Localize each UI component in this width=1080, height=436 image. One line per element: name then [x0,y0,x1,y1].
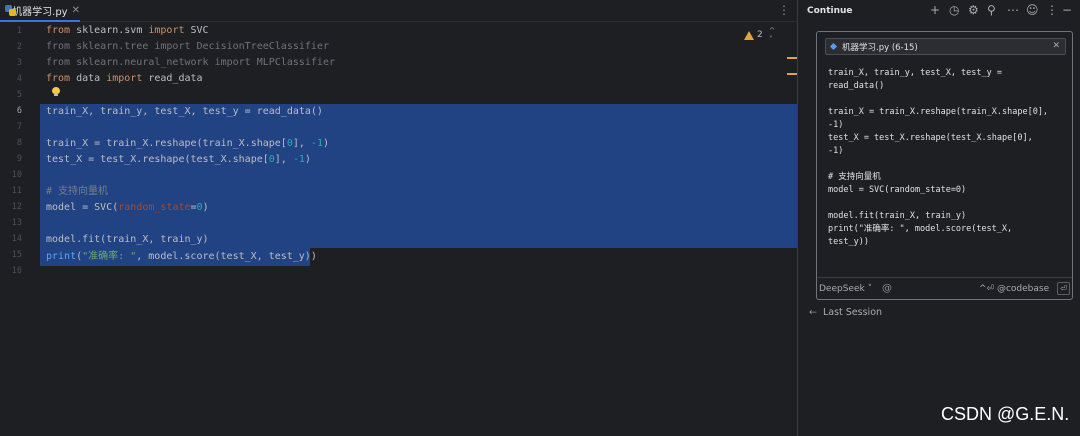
snippet-line: read_data() [828,81,885,91]
panel-title: Continue [807,6,853,16]
python-file-icon [5,4,16,16]
model-select[interactable]: DeepSeek ˅ [819,284,872,294]
line-number: 3 [16,58,22,68]
plus-icon[interactable]: + [930,3,940,17]
minimize-icon[interactable]: − [1062,3,1072,17]
context-file-chip[interactable]: 机器学习.py (6-15) ✕ [825,38,1066,55]
warning-icon [744,30,754,40]
chat-input-box[interactable]: 机器学习.py (6-15) ✕ train_X, train_y, test_… [816,31,1073,300]
selection-highlight [40,104,797,248]
line-number: 8 [16,138,22,148]
add-user-icon[interactable]: ⚲ [987,3,996,17]
line-number: 7 [16,122,22,132]
more-vertical-icon[interactable]: ⋮ [778,3,790,17]
snippet-line: print("准确率: ", model.score(test_X, [828,224,1013,234]
snippet-line: -1) [828,146,844,156]
line-number: 6 [16,106,22,116]
warning-stripe-mark[interactable] [787,73,797,75]
line-number-gutter: 1 2 3 4 5 6 7 8 9 10 11 12 13 14 15 16 [0,22,40,436]
code-line-11: # 支持向量机 [46,186,109,197]
remove-context-icon[interactable]: ✕ [1052,41,1060,51]
snippet-line: model.fit(train_X, train_y) [828,211,967,221]
code-line-4: from data import read_data [46,73,203,84]
code-line-1: from sklearn.svm import SVC [46,25,209,36]
snippet-line: train_X, train_y, test_X, test_y = [828,68,1002,78]
snippet-line: model = SVC(random_state=0) [828,185,967,195]
file-tab-label: 机器学习.py [12,6,68,18]
file-tab[interactable]: 机器学习.py ✕ [0,0,80,22]
editor-tab-bar: 机器学习.py ✕ ⋮ [0,0,797,22]
line-number: 13 [11,218,22,228]
code-line-15: print("准确率: ", model.score(test_X, test_… [46,251,317,262]
code-line-9: test_X = test_X.reshape(test_X.shape[0],… [46,154,311,165]
arrow-left-icon: ← [809,307,817,318]
warning-stripe-mark[interactable] [787,57,797,59]
line-number: 12 [11,202,22,212]
snippet-line: -1) [828,120,844,130]
line-number: 2 [16,42,22,52]
snippet-line: train_X = train_X.reshape(train_X.shape[… [828,107,1049,117]
context-file-label: 机器学习.py (6-15) [842,42,918,53]
code-line-8: train_X = train_X.reshape(train_X.shape[… [46,138,329,149]
more-horizontal-icon[interactable]: ⋯ [1007,3,1019,17]
mention-button[interactable]: @ [882,283,892,294]
code-line-2: from sklearn.tree import DecisionTreeCla… [46,41,329,52]
send-button[interactable]: ⏎ [1057,282,1070,295]
line-number: 9 [16,154,22,164]
code-line-14: model.fit(train_X, train_y) [46,234,209,245]
panel-header: Continue + ◷ ⚙ ⚲ ⋯ ☺ ⋮ − [798,0,1080,24]
line-number: 16 [11,266,22,276]
snippet-line: # 支持向量机 [828,172,881,182]
code-line-3: from sklearn.neural_network import MLPCl… [46,57,335,68]
line-number: 11 [11,186,22,196]
last-session-link[interactable]: ← Last Session [809,307,882,318]
line-number: 15 [11,250,22,260]
code-line-12: model = SVC(random_state=0) [46,202,209,213]
line-number: 5 [16,90,22,100]
codebase-shortcut-hint[interactable]: ^⏎ @codebase [979,284,1049,294]
intention-bulb-icon[interactable] [52,87,60,97]
continue-panel: Continue + ◷ ⚙ ⚲ ⋯ ☺ ⋮ − 机器学习.py (6-15) … [797,0,1080,436]
inspection-widget[interactable]: 2 ^ ˅ [744,26,797,44]
settings-icon[interactable]: ⚙ [968,3,979,17]
watermark: CSDN @G.E.N. [941,404,1070,424]
history-icon[interactable]: ◷ [949,3,959,17]
input-footer: DeepSeek ˅ @ ^⏎ @codebase ⏎ [817,277,1072,299]
more-vertical-icon[interactable]: ⋮ [1046,3,1058,17]
emoji-icon[interactable]: ☺ [1026,3,1039,17]
line-number: 1 [16,26,22,36]
navigate-warnings-arrows[interactable]: ^ ˅ [769,26,797,44]
snippet-line: test_X = test_X.reshape(test_X.shape[0], [828,133,1033,143]
code-editor[interactable]: 机器学习.py ✕ ⋮ 1 2 3 4 5 6 7 8 9 10 11 12 13 14 15 16 from… [0,0,797,436]
warning-count: 2 [757,30,763,40]
snippet-line: test_y)) [828,237,869,247]
code-line-6: train_X, train_y, test_X, test_y = read_… [46,106,323,117]
line-number: 10 [11,170,22,180]
close-tab-icon[interactable]: ✕ [72,5,80,16]
line-number: 4 [16,74,22,84]
code-area[interactable]: from sklearn.svm import SVC from sklearn… [40,22,797,436]
line-number: 14 [11,234,22,244]
code-context-icon [829,42,838,51]
